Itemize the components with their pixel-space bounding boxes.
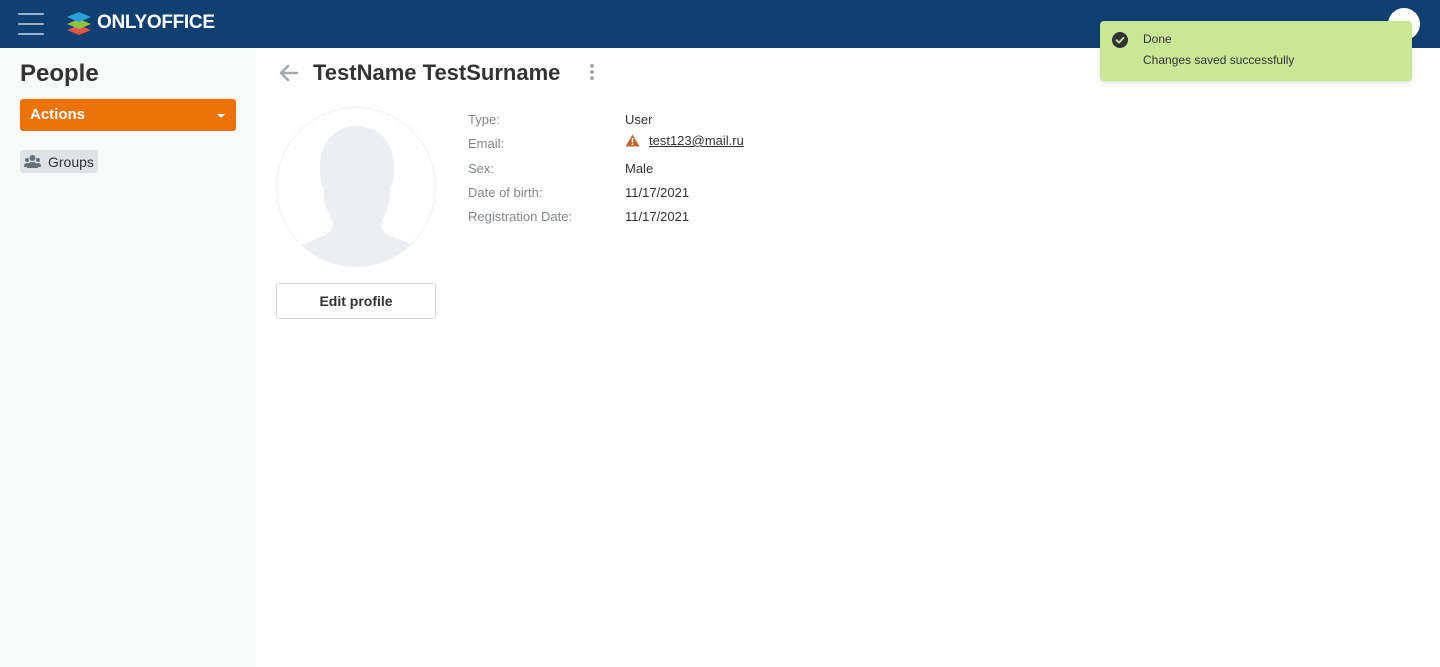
- edit-profile-button[interactable]: Edit profile: [276, 283, 436, 319]
- hamburger-icon[interactable]: [18, 12, 44, 36]
- profile-avatar: [276, 107, 436, 267]
- field-registration-value: 11/17/2021: [625, 209, 690, 224]
- caret-down-icon: [217, 114, 225, 118]
- field-registration-label: Registration Date:: [468, 209, 573, 224]
- groups-icon: [24, 155, 41, 168]
- field-birthdate-label: Date of birth:: [468, 185, 543, 200]
- field-email-label: Email:: [468, 136, 505, 151]
- actions-button[interactable]: Actions: [20, 99, 236, 131]
- check-circle-icon: [1112, 32, 1128, 48]
- onlyoffice-logo-icon: [67, 12, 91, 35]
- field-sex-label: Sex:: [468, 161, 495, 176]
- success-toast[interactable]: Done Changes saved successfully: [1100, 21, 1412, 81]
- toast-message: Changes saved successfully: [1143, 53, 1295, 67]
- actions-button-label: Actions: [30, 106, 86, 123]
- sidebar-item-groups[interactable]: Groups: [20, 150, 98, 173]
- profile-name-title: TestName TestSurname: [313, 60, 561, 85]
- brand-name: ONLYOFFICE: [97, 12, 215, 33]
- brand-logo[interactable]: ONLYOFFICE: [66, 10, 215, 36]
- field-sex-value: Male: [625, 161, 654, 176]
- default-avatar-icon: [298, 126, 416, 266]
- vertical-dots-icon[interactable]: [586, 64, 598, 84]
- field-type-value: User: [625, 112, 653, 127]
- sidebar-item-label: Groups: [48, 153, 94, 170]
- field-type-label: Type:: [468, 112, 500, 127]
- toast-title: Done: [1143, 32, 1172, 46]
- field-birthdate-value: 11/17/2021: [625, 185, 690, 200]
- sidebar: People Actions Groups: [0, 48, 256, 667]
- sidebar-title: People: [20, 60, 99, 87]
- warning-icon[interactable]: [625, 134, 640, 147]
- arrow-left-icon[interactable]: [278, 63, 300, 83]
- field-email-value[interactable]: test123@mail.ru: [649, 133, 744, 148]
